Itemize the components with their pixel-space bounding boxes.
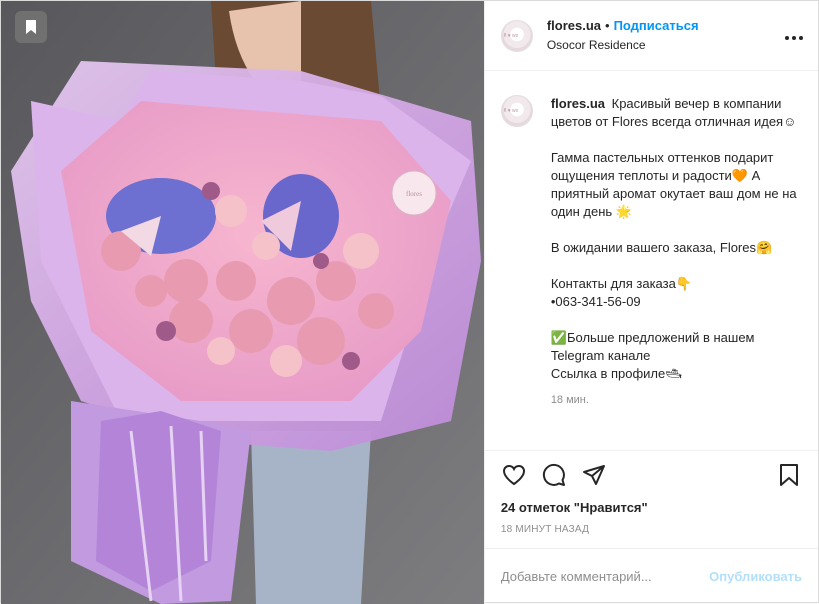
- publish-button[interactable]: Опубликовать: [709, 569, 802, 584]
- save-button[interactable]: [776, 462, 802, 488]
- caption-text: Контакты для заказа👇: [550, 276, 693, 291]
- header-row: flores.ua • Подписаться: [547, 18, 784, 34]
- comment-button[interactable]: [541, 462, 567, 488]
- like-button[interactable]: [501, 462, 527, 488]
- action-bar: [484, 450, 818, 498]
- bookmark-icon: [780, 463, 798, 486]
- caption: flores.ua Красивый вечер в компании цвет…: [551, 95, 802, 450]
- comment-icon: [542, 463, 565, 486]
- bouquet-image: flores: [1, 1, 484, 604]
- avatar[interactable]: [500, 19, 533, 52]
- post-side-panel: flores.ua • Подписаться Osocor Residence f…: [483, 1, 818, 604]
- save-image-button[interactable]: [15, 11, 47, 43]
- likes-count[interactable]: 24 отметок "Нравится": [485, 498, 818, 518]
- ellipsis-icon: [785, 36, 803, 40]
- share-button[interactable]: [581, 462, 607, 488]
- caption-text: Гамма пастельных оттенков подарит ощущен…: [550, 150, 797, 219]
- caption-time[interactable]: 18 мин.: [551, 391, 802, 409]
- caption-username[interactable]: flores.ua: [551, 96, 605, 111]
- heart-icon: [502, 464, 525, 485]
- separator-dot: •: [605, 17, 610, 33]
- svg-text:flores: flores: [406, 190, 422, 198]
- comment-bar: Опубликовать: [484, 548, 818, 604]
- bookmark-icon: [26, 20, 36, 34]
- location-link[interactable]: Osocor Residence: [547, 38, 784, 53]
- follow-button[interactable]: Подписаться: [614, 18, 699, 33]
- caption-text: В ожидании вашего заказа, Flores🤗: [550, 240, 773, 255]
- username-link[interactable]: flores.ua: [547, 18, 601, 33]
- caption-text: ✅Больше предложений в нашем Telegram кан…: [550, 330, 755, 363]
- caption-area: flores.ua Красивый вечер в компании цвет…: [485, 71, 818, 450]
- share-icon: [582, 464, 605, 485]
- post-timestamp: 18 МИНУТ НАЗАД: [500, 524, 590, 535]
- instagram-post: flores flores.ua • Подписаться Osocor Resi…: [0, 0, 819, 604]
- more-options-icon[interactable]: [784, 25, 804, 46]
- comment-input[interactable]: [500, 569, 702, 584]
- post-photo[interactable]: flores: [1, 1, 484, 604]
- caption-text: •063-341-56-09: [550, 294, 641, 309]
- caption-text: Ссылка в профиле🛥: [550, 366, 682, 381]
- header-info: flores.ua • Подписаться Osocor Residence: [547, 18, 784, 53]
- post-header: flores.ua • Подписаться Osocor Residence: [484, 1, 818, 71]
- caption-avatar[interactable]: [500, 95, 533, 127]
